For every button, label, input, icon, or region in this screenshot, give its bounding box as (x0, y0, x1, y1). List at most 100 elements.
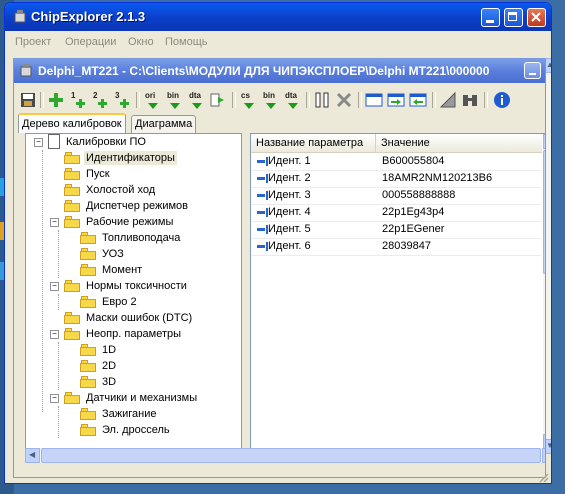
read-bin-icon (170, 103, 180, 109)
forward-button[interactable] (208, 90, 228, 110)
binoculars-button[interactable] (460, 90, 480, 110)
read-bin-label: bin (167, 91, 179, 100)
unlink-button[interactable] (334, 90, 354, 110)
table-row[interactable]: Идент. 6 28039847 (251, 238, 541, 256)
add-3-button[interactable]: 3 (112, 90, 132, 110)
parameter-icon (257, 157, 268, 166)
table-row[interactable]: Идент. 2 18AMR2NM120213B6 (251, 170, 541, 188)
window-import-icon (387, 93, 405, 107)
resize-grip-icon[interactable] (537, 471, 549, 483)
scroll-thumb[interactable] (543, 150, 545, 274)
document-window: Delphi_MT221 - C:\Clients\МОДУЛИ ДЛЯ ЧИП… (13, 58, 546, 478)
menu-project[interactable]: Проект (15, 36, 51, 48)
grid-vertical-scrollbar[interactable]: ▲ ▼ (543, 134, 545, 449)
add-1-button[interactable]: 1 (68, 90, 88, 110)
scroll-left-button[interactable]: ◀ (25, 448, 40, 463)
menu-bar: Проект Операции Окно Помощь (5, 31, 551, 53)
save-button[interactable] (18, 90, 38, 110)
tree-expander-sensors[interactable]: − (50, 394, 59, 403)
forward-icon (210, 93, 224, 107)
tree-connector (58, 342, 59, 390)
binoculars-icon (463, 95, 477, 106)
scroll-up-button[interactable]: ▲ (543, 134, 545, 149)
tab-calibration-tree[interactable]: Дерево калибровок (18, 113, 126, 133)
add-3-icon (120, 99, 129, 108)
tab-diagram[interactable]: Диаграмма (131, 115, 197, 133)
tree-expander-toxicity[interactable]: − (50, 282, 59, 291)
tree-expander-operating-modes[interactable]: − (50, 218, 59, 227)
window-icon (365, 93, 383, 107)
horizontal-scrollbar[interactable]: ◀ ▶ (25, 448, 545, 463)
tree-node-label: Холостой ход (86, 184, 156, 196)
parameter-name: Идент. 6 (268, 240, 311, 252)
tree-connector (58, 294, 59, 310)
add-button[interactable] (46, 90, 66, 110)
menu-operations[interactable]: Операции (65, 36, 116, 48)
tree-node-label: Топливоподача (102, 232, 181, 244)
tree-expander-undefined[interactable]: − (50, 330, 59, 339)
read-bin-button[interactable]: bin (164, 90, 184, 110)
close-button[interactable] (527, 8, 546, 27)
tree-node-label: УОЗ (102, 248, 124, 260)
document-icon (48, 134, 60, 149)
window-button[interactable] (364, 90, 384, 110)
write-dta-label: dta (285, 91, 297, 100)
window-export-button[interactable] (408, 90, 428, 110)
document-titlebar[interactable]: Delphi_MT221 - C:\Clients\МОДУЛИ ДЛЯ ЧИП… (14, 59, 545, 83)
scroll-right-button[interactable]: ▶ (542, 448, 545, 463)
scroll-down-button[interactable]: ▼ (543, 434, 545, 449)
window-titlebar[interactable]: ChipExplorer 2.1.3 (5, 3, 551, 31)
column-header-value[interactable]: Значение (376, 134, 542, 153)
checksum-label: cs (241, 91, 250, 100)
tree-node-label: Маски ошибок (DTC) (86, 312, 193, 324)
compare-button[interactable] (312, 90, 332, 110)
read-dta-icon (192, 103, 202, 109)
menu-help[interactable]: Помощь (165, 36, 208, 48)
parameter-value: B600055804 (382, 155, 445, 167)
column-header-label: Значение (381, 137, 430, 149)
folder-icon (64, 328, 80, 340)
write-bin-button[interactable]: bin (260, 90, 280, 110)
tree-node-label: Неопр. параметры (86, 328, 182, 340)
maximize-button[interactable] (504, 8, 523, 27)
toolbar-separator (484, 92, 488, 108)
ruler-button[interactable] (438, 90, 458, 110)
tree-node-label: Датчики и механизмы (86, 392, 198, 404)
minimize-button[interactable] (481, 8, 500, 27)
scroll-thumb[interactable] (41, 448, 541, 463)
tree-expander-root[interactable]: − (34, 138, 43, 147)
tree-node-label: Евро 2 (102, 296, 137, 308)
parameter-name: Идент. 3 (268, 189, 311, 201)
table-row[interactable]: Идент. 1 B600055804 (251, 153, 541, 171)
window-title: ChipExplorer 2.1.3 (31, 9, 146, 24)
tree-node-label: Эл. дроссель (102, 424, 170, 436)
document-minimize-button[interactable] (524, 62, 541, 79)
column-header-name[interactable]: Название параметра (251, 134, 376, 153)
checksum-button[interactable]: cs (238, 90, 258, 110)
folder-icon (80, 296, 96, 308)
toolbar-separator (40, 92, 44, 108)
app-window: ChipExplorer 2.1.3 Проект Операции Окно … (4, 2, 552, 484)
window-import-button[interactable] (386, 90, 406, 110)
folder-icon (64, 216, 80, 228)
tree-connector (42, 150, 43, 412)
tree-connector (58, 406, 59, 438)
write-dta-button[interactable]: dta (282, 90, 302, 110)
table-row[interactable]: Идент. 5 22p1EGener (251, 221, 541, 239)
parameter-name: Идент. 4 (268, 206, 311, 218)
parameter-icon (257, 208, 268, 217)
menu-window[interactable]: Окно (128, 36, 154, 48)
calibration-tree: − Калибровки ПО Идентификаторы Пуск Холо… (25, 133, 242, 450)
add-2-button[interactable]: 2 (90, 90, 110, 110)
table-row[interactable]: Идент. 4 22p1Eg43p4 (251, 204, 541, 222)
down-arrow-icon: ▼ (546, 441, 551, 450)
info-button[interactable] (492, 90, 512, 110)
read-dta-button[interactable]: dta (186, 90, 206, 110)
folder-icon (80, 248, 96, 260)
table-row[interactable]: Идент. 3 000558888888 (251, 187, 541, 205)
parameter-value: 28039847 (382, 240, 431, 252)
parameter-value: 000558888888 (382, 189, 456, 201)
parameter-icon (257, 191, 268, 200)
write-bin-label: bin (263, 91, 275, 100)
read-ori-button[interactable]: ori (142, 90, 162, 110)
